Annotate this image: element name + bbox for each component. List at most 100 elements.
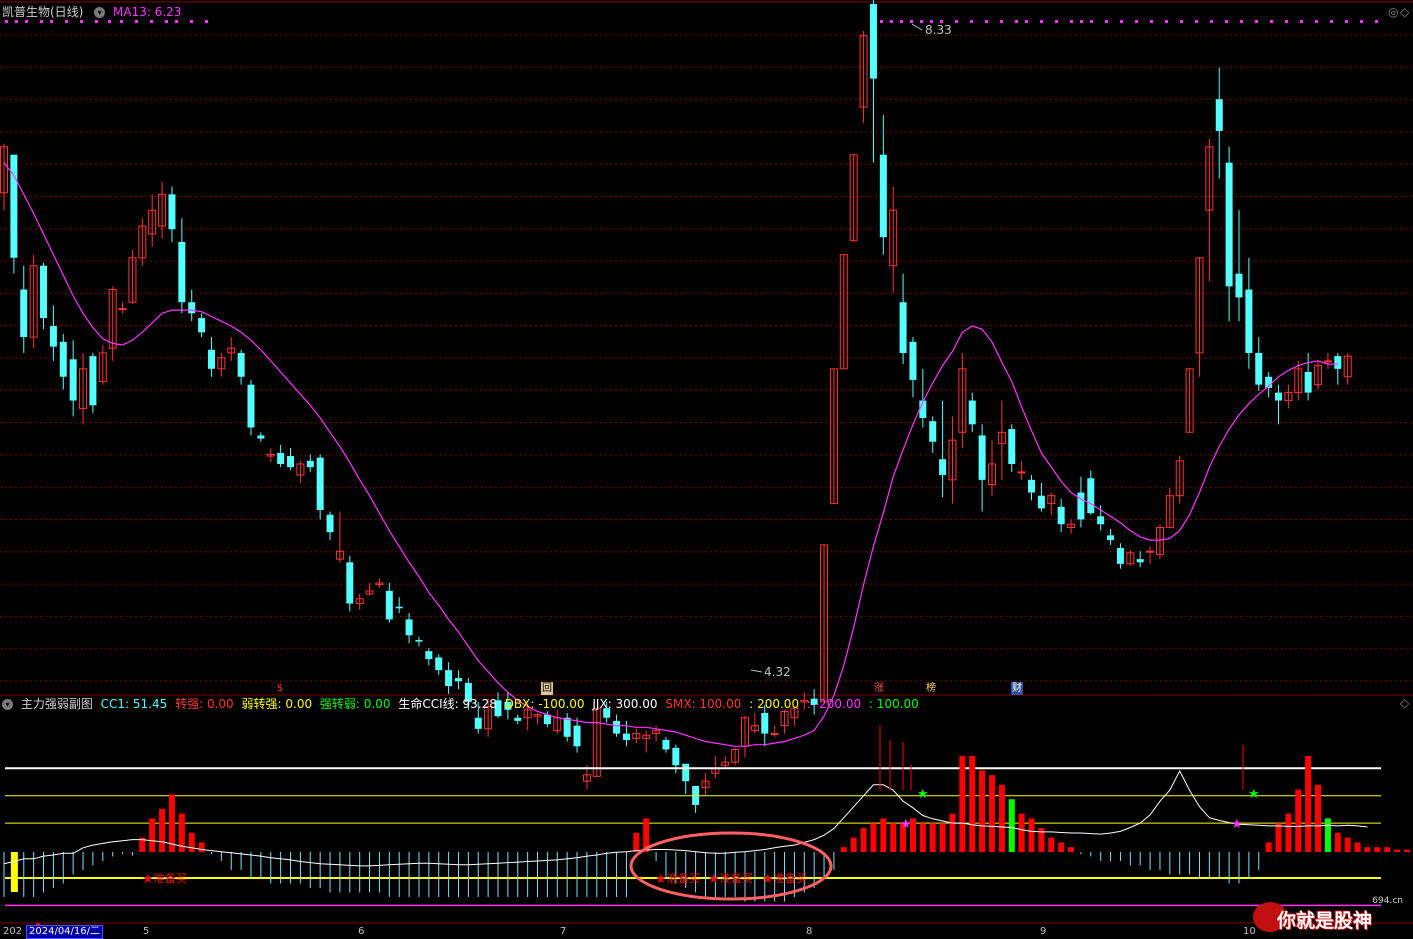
- signal-dot: [5, 20, 8, 23]
- sub-panel-toggle-icon[interactable]: ▾: [2, 699, 13, 710]
- candle: [1155, 524, 1164, 560]
- candle-body: [346, 562, 354, 604]
- highlight-ellipse: [629, 831, 833, 901]
- candle-body: [69, 359, 77, 401]
- event-marker-hui[interactable]: 回: [541, 682, 553, 695]
- sub-bar: [850, 837, 857, 852]
- dbx-value: DBX: -100.00: [504, 697, 585, 711]
- candle: [326, 511, 334, 541]
- signal-dot: [1285, 20, 1288, 23]
- candle-body: [247, 384, 255, 428]
- candle: [316, 454, 324, 520]
- candle: [820, 544, 829, 703]
- watermark-text: 你就是股神: [1277, 910, 1373, 932]
- sub-panel-header: ▾ 主力强弱副图 CC1: 51.45 转强: 0.00 弱转强: 0.00 强…: [2, 696, 923, 712]
- candle: [1017, 460, 1026, 480]
- candle: [1037, 483, 1045, 512]
- candle: [968, 392, 976, 433]
- stock-name[interactable]: 凯普生物(日线): [2, 5, 83, 19]
- signal-dot: [150, 20, 153, 23]
- sub-bar: [1008, 799, 1015, 852]
- candle-body: [1275, 392, 1283, 401]
- signal-dot: [205, 20, 208, 23]
- candle: [425, 647, 433, 666]
- candle-body: [168, 194, 176, 230]
- candle: [869, 0, 877, 163]
- sub-bar: [1344, 837, 1351, 852]
- candle: [277, 444, 285, 468]
- candle: [148, 194, 157, 247]
- signal-dot: [1165, 20, 1168, 23]
- candle-body: [277, 452, 285, 464]
- sub-bar: [998, 784, 1005, 852]
- buy-star-icon: ★: [708, 872, 720, 887]
- signal-dot: [65, 20, 68, 23]
- value-neg200: : -200.00: [806, 697, 862, 711]
- candle-body: [1235, 273, 1243, 298]
- candle-body: [899, 302, 907, 353]
- signal-dot: [1300, 20, 1303, 23]
- candle: [750, 712, 759, 734]
- x-axis-month-6: 6: [358, 926, 365, 937]
- candle: [138, 218, 147, 266]
- candle-body: [1334, 356, 1342, 369]
- green-star-icon: ★: [1248, 787, 1260, 802]
- signal-dot: [1105, 20, 1108, 23]
- sub-panel-title[interactable]: 主力强弱副图: [21, 697, 93, 711]
- candle-body: [1107, 535, 1115, 541]
- sub-bar: [1315, 784, 1322, 852]
- sub-bar: [929, 823, 936, 852]
- x-axis-month-5: 5: [143, 926, 150, 937]
- candle: [632, 728, 641, 744]
- signal-dot: [1210, 20, 1213, 23]
- signal-dot: [108, 20, 111, 23]
- candle: [1047, 492, 1056, 515]
- ma-toggle-icon[interactable]: ▾: [94, 7, 106, 18]
- candle: [1255, 337, 1263, 392]
- candle: [988, 440, 996, 496]
- sub-panel-collapse-icon[interactable]: ◇: [1400, 696, 1409, 710]
- event-marker-s[interactable]: $: [276, 682, 284, 695]
- signal-dot: [1015, 20, 1018, 23]
- candle: [188, 289, 196, 322]
- ruozhuanqiang-value: 弱转强: 0.00: [241, 697, 313, 711]
- value-100: : 100.00: [868, 697, 919, 711]
- event-marker-cai[interactable]: 财: [1011, 682, 1023, 695]
- panel-settings-icon[interactable]: ◎: [1388, 5, 1398, 19]
- candle: [573, 717, 581, 753]
- low-price-pointer: [750, 669, 763, 673]
- candle-body: [1304, 371, 1312, 393]
- signal-dot: [135, 20, 138, 23]
- candle-body: [445, 670, 453, 687]
- signal-dot: [50, 20, 53, 23]
- signal-dot: [1055, 20, 1058, 23]
- event-marker-zhang[interactable]: 涨: [873, 682, 885, 695]
- signal-dot: [900, 20, 903, 23]
- candle: [168, 186, 176, 242]
- candle-body: [385, 590, 393, 620]
- sub-bar: [149, 818, 156, 852]
- candle: [118, 302, 127, 314]
- sub-bar: [969, 756, 976, 852]
- candle: [1087, 470, 1095, 515]
- candle: [1195, 257, 1204, 377]
- signal-dot: [165, 20, 168, 23]
- x-axis-month-9: 9: [1040, 926, 1047, 937]
- candle-body: [770, 733, 779, 736]
- candle: [909, 337, 917, 398]
- signal-dot: [1120, 20, 1123, 23]
- event-marker-bang[interactable]: 榜: [925, 682, 937, 695]
- candle-body: [761, 712, 769, 734]
- candle-body: [672, 747, 680, 766]
- candle: [662, 736, 670, 753]
- candle-body: [178, 241, 186, 303]
- candle: [1077, 476, 1085, 528]
- candle: [889, 186, 898, 293]
- candle-body: [198, 318, 206, 333]
- panel-collapse-icon[interactable]: ◇: [1400, 5, 1409, 19]
- signal-dot: [880, 20, 883, 23]
- sub-bar: [870, 823, 877, 852]
- candle: [859, 31, 868, 123]
- candle: [306, 454, 314, 472]
- candle: [128, 249, 137, 304]
